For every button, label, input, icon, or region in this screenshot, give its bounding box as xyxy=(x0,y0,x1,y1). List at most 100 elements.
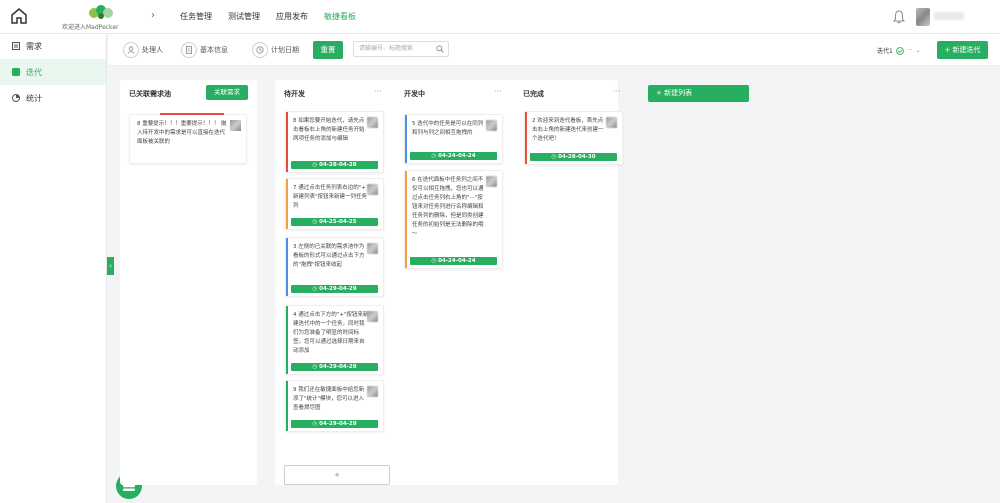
filter-basic-info-label: 基本信息 xyxy=(200,46,228,54)
task-card[interactable]: 5 迭代中的任务是可以在同列和列与列之间相互拖拽的 ◷ 04-24-04-24 xyxy=(404,114,503,164)
bell-icon[interactable] xyxy=(893,10,905,24)
card-date-text: 04-24-04-24 xyxy=(438,153,476,159)
card-date-text: 04-29-04-29 xyxy=(319,286,357,292)
chevron-down-icon[interactable]: ⌄ xyxy=(916,47,921,54)
sidebar-item-label: 迭代 xyxy=(26,67,42,77)
card-date: ◷ 04-29-04-29 xyxy=(291,420,378,428)
task-card[interactable]: 7 通过点击任务列表右边的"+ 新建列表"按钮来新建一列任务列 ◷ 04-25-… xyxy=(285,178,384,230)
link-requirement-button[interactable]: 关联需求 xyxy=(206,85,248,100)
card-date-text: 04-28-04-30 xyxy=(558,154,596,160)
card-avatar xyxy=(486,176,497,187)
card-date: ◷ 04-24-04-24 xyxy=(410,257,497,265)
card-avatar xyxy=(367,311,378,322)
card-text: 8 如果您要开始迭代，请先点击看板右上角的新建任务开始两项任务的添加与编辑 xyxy=(293,118,365,142)
task-card[interactable]: 6 在迭代面板中任务列之间不仅可以相互拖拽，您也可以通过点击任务列右上角的"··… xyxy=(404,170,503,269)
clock-icon xyxy=(252,42,268,58)
card-priority-bar xyxy=(160,113,224,115)
sidebar-item-iteration[interactable]: 迭代 xyxy=(0,59,106,85)
card-date-text: 04-28-04-28 xyxy=(319,162,357,168)
card-text: 5 迭代中的任务是可以在同列和列与列之间相互拖拽的 xyxy=(412,121,484,136)
card-color-bar xyxy=(286,179,288,229)
card-color-bar xyxy=(405,115,407,163)
sidebar-item-requirements[interactable]: 需求 xyxy=(0,33,106,59)
avatar[interactable] xyxy=(916,8,930,26)
filter-assignee[interactable]: 处理人 xyxy=(123,40,163,60)
card-avatar xyxy=(606,117,617,128)
document-icon xyxy=(181,42,197,58)
task-card[interactable]: 4 通过点击下方的"+"按钮来新建迭代中的一个任务，同时我们为您准备了明显的时间… xyxy=(285,305,384,375)
card-text: 6 在迭代面板中任务列之间不仅可以相互拖拽，您也可以通过点击任务列右上角的"··… xyxy=(412,177,484,237)
card-color-bar xyxy=(525,112,527,164)
card-date: ◷ 04-28-04-30 xyxy=(530,153,617,161)
card-avatar xyxy=(230,120,241,131)
card-date: ◷ 04-28-04-28 xyxy=(291,161,378,169)
card-avatar xyxy=(486,120,497,131)
new-list-button[interactable]: + 新建列表 xyxy=(648,85,749,102)
sidebar-item-statistics[interactable]: 统计 xyxy=(0,85,106,111)
column-title: 开发中 xyxy=(404,90,425,98)
chevron-right-icon: › xyxy=(151,10,155,21)
card-color-bar xyxy=(286,238,288,296)
nav-task-management[interactable]: 任务管理 xyxy=(172,0,220,34)
filter-planned-date-label: 计划日期 xyxy=(271,46,299,54)
requirement-card[interactable]: 8 重要提示！！！重要提示！！！ 嵌入待开发中的需求是可以直接在迭代面板被关联的 xyxy=(129,113,247,164)
card-avatar xyxy=(367,184,378,195)
card-color-bar xyxy=(286,306,288,374)
user-icon xyxy=(123,42,139,58)
card-avatar xyxy=(367,117,378,128)
card-date: ◷ 04-24-04-24 xyxy=(410,152,497,160)
sidebar-item-label: 统计 xyxy=(26,93,42,103)
iteration-label: 迭代1 xyxy=(877,48,893,55)
task-card[interactable]: 2 欢迎来到迭代看板，首先点击右上角的新建迭代来创建一个迭代吧！ ◷ 04-28… xyxy=(524,111,623,165)
card-text: 9 我们还在敏捷面板中给您新添了"统计"模块，您可以进入查看燃尽图 xyxy=(293,387,365,411)
main-nav: 任务管理 测试管理 应用发布 敏捷看板 xyxy=(172,0,364,34)
column-more-icon[interactable]: ··· xyxy=(494,87,502,96)
task-card[interactable]: 9 我们还在敏捷面板中给您新添了"统计"模块，您可以进入查看燃尽图 ◷ 04-2… xyxy=(285,380,384,432)
card-text: 2 欢迎来到迭代看板，首先点击右上角的新建迭代来创建一个迭代吧！ xyxy=(532,118,604,142)
user-name[interactable] xyxy=(934,12,964,20)
nav-test-management[interactable]: 测试管理 xyxy=(220,0,268,34)
logo-text: 欢迎进入MadPecker xyxy=(62,24,119,31)
card-date-text: 04-25-04-25 xyxy=(319,219,357,225)
card-date: ◷ 04-29-04-29 xyxy=(291,285,378,293)
card-color-bar xyxy=(405,171,407,268)
search-input[interactable]: 请输编号、标题搜索 xyxy=(353,41,449,57)
new-iteration-button[interactable]: + 新建迭代 xyxy=(937,41,988,59)
card-color-bar xyxy=(286,112,288,172)
filter-planned-date[interactable]: 计划日期 xyxy=(252,40,299,60)
reset-button[interactable]: 重置 xyxy=(313,41,343,59)
sidebar-item-label: 需求 xyxy=(26,41,42,51)
task-card[interactable]: 8 如果您要开始迭代，请先点击看板右上角的新建任务开始两项任务的添加与编辑 ◷ … xyxy=(285,111,384,173)
card-text: 8 重要提示！！！重要提示！！！ 嵌入待开发中的需求是可以直接在迭代面板被关联的 xyxy=(137,121,227,145)
list-icon xyxy=(12,42,20,50)
card-date: ◷ 04-25-04-25 xyxy=(291,218,378,226)
collapse-sidebar-button[interactable]: ‹ xyxy=(107,257,114,275)
column-more-icon[interactable]: ··· xyxy=(613,87,621,96)
card-avatar xyxy=(367,243,378,254)
filter-bar: 处理人 基本信息 计划日期 重置 请输编号、标题搜索 迭代1 ··· ⌄ + 新… xyxy=(108,34,1000,66)
add-task-button[interactable]: + xyxy=(284,465,390,485)
filter-assignee-label: 处理人 xyxy=(142,46,163,54)
task-card[interactable]: 3 左侧的已关联的需求池作为看板的形式可以通过点击下方的"拖拽"按钮来收起 ◷ … xyxy=(285,237,384,297)
iteration-more-icon[interactable]: ··· xyxy=(907,47,913,54)
card-date-text: 04-29-04-29 xyxy=(319,421,357,427)
top-bar: 欢迎进入MadPecker › 任务管理 测试管理 应用发布 敏捷看板 xyxy=(0,0,1000,34)
column-title: 已关联需求池 xyxy=(129,90,171,98)
logo-icon xyxy=(89,5,113,19)
nav-app-release[interactable]: 应用发布 xyxy=(268,0,316,34)
column-title: 待开发 xyxy=(284,90,305,98)
column-more-icon[interactable]: ··· xyxy=(374,87,382,96)
card-text: 4 通过点击下方的"+"按钮来新建迭代中的一个任务，同时我们为您准备了明显的时间… xyxy=(293,312,369,354)
card-avatar xyxy=(367,386,378,397)
sidebar: 需求 迭代 统计 xyxy=(0,34,107,503)
card-text: 7 通过点击任务列表右边的"+ 新建列表"按钮来新建一列任务列 xyxy=(293,185,368,209)
card-date-text: 04-29-04-29 xyxy=(319,364,357,370)
nav-agile-board[interactable]: 敏捷看板 xyxy=(316,0,364,34)
card-date: ◷ 04-29-04-29 xyxy=(291,363,378,371)
filter-basic-info[interactable]: 基本信息 xyxy=(181,40,228,60)
column-title: 已完成 xyxy=(523,90,544,98)
search-icon[interactable] xyxy=(436,45,444,53)
home-icon[interactable] xyxy=(10,7,28,25)
check-circle-icon xyxy=(895,46,904,55)
iteration-selector[interactable]: 迭代1 ··· ⌄ xyxy=(877,46,921,55)
